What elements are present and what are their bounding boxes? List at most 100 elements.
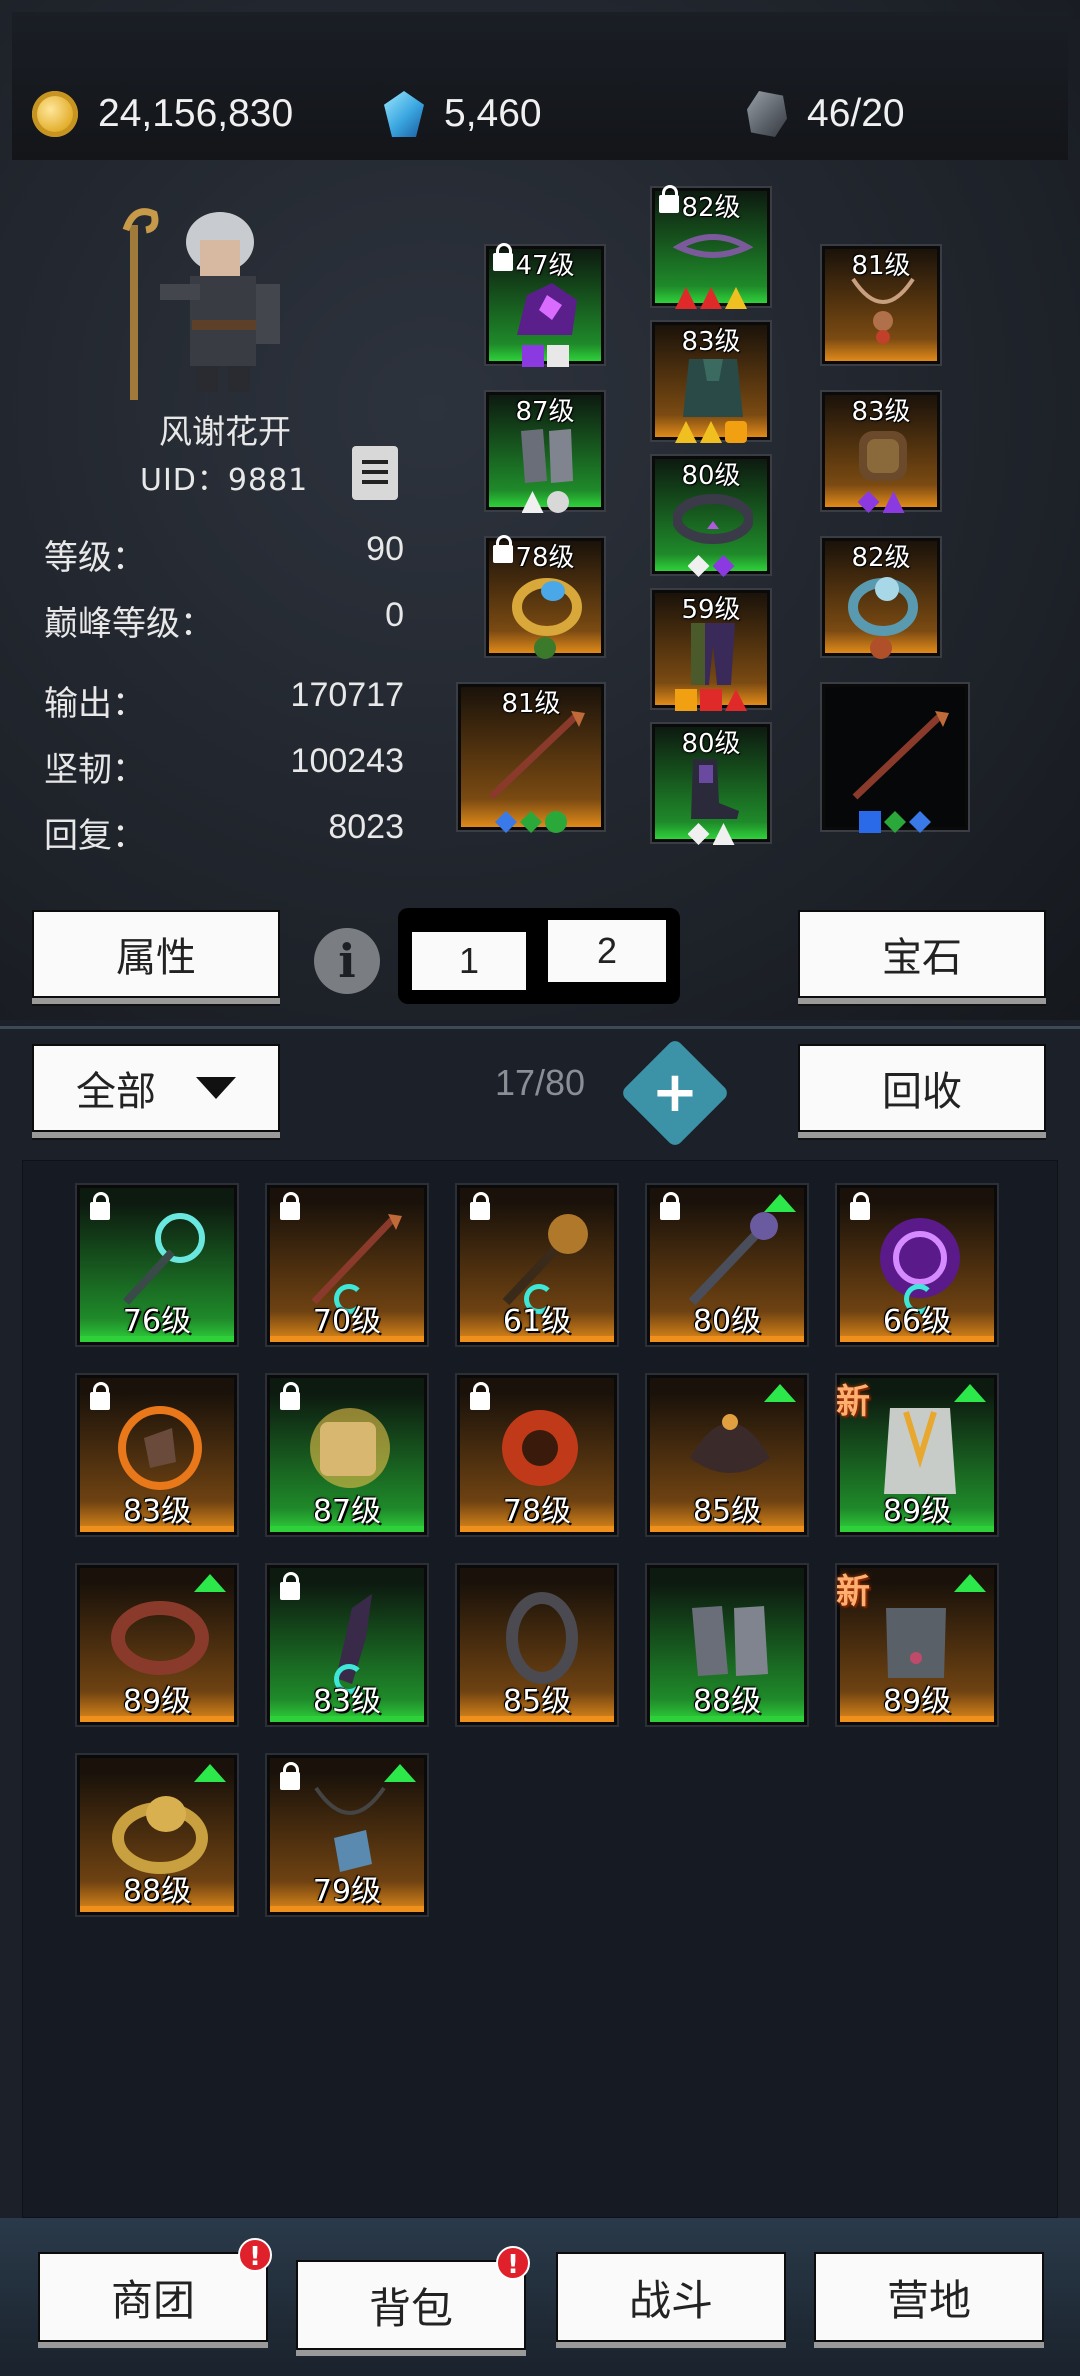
bag-item-slot[interactable]: 85级 <box>457 1565 617 1725</box>
nav-camp-button[interactable]: 营地 <box>814 2252 1044 2342</box>
loadout-tabs: 1 2 <box>398 908 680 1004</box>
character-name: 风谢花开 <box>159 412 291 451</box>
bag-item-slot[interactable]: 85级 <box>647 1375 807 1535</box>
bag-item-slot[interactable]: 87级 <box>267 1375 427 1535</box>
equip-slot-bracer[interactable]: 83级 <box>822 392 940 513</box>
gem-icon <box>712 555 735 577</box>
stone-counter: 46/20 <box>747 84 905 144</box>
bag-item-slot[interactable]: 89级 <box>77 1565 237 1725</box>
lock-icon <box>280 1382 300 1410</box>
bag-item-slot[interactable]: 61级 <box>457 1185 617 1345</box>
gem-icon <box>882 491 905 513</box>
gem-icon <box>859 811 881 833</box>
lock-icon <box>470 1382 490 1410</box>
nav-label: 战斗 <box>628 2275 713 2325</box>
bag-item-slot[interactable]: 88级 <box>647 1565 807 1725</box>
character-sprite[interactable] <box>120 200 300 400</box>
bag-item-slot[interactable]: 78级 <box>457 1375 617 1535</box>
chevron-down-icon <box>196 1077 236 1099</box>
bag-item-slot[interactable]: 89级 新 <box>836 1375 997 1535</box>
bag-item-slot[interactable]: 83级 <box>77 1375 237 1535</box>
bag-count: 17/80 <box>494 1062 586 1103</box>
bag-item-slot[interactable]: 66级 <box>837 1185 997 1345</box>
diamond-icon <box>384 91 424 137</box>
item-level: 79级 <box>312 1874 382 1909</box>
stone-value: 46/20 <box>807 92 905 135</box>
divider <box>0 1026 1080 1029</box>
nav-battle-button[interactable]: 战斗 <box>556 2252 786 2342</box>
boots-icon <box>691 759 739 819</box>
attributes-button[interactable]: 属性 <box>32 910 280 998</box>
equip-slot-belt[interactable]: 80级 <box>652 456 770 577</box>
equip-slot-weapon[interactable]: 81级 <box>458 684 604 833</box>
filter-dropdown[interactable]: 全部 <box>32 1044 280 1132</box>
equip-slot-offhand[interactable] <box>822 684 968 833</box>
stat-value: 100243 <box>290 742 404 780</box>
upgrade-arrow-icon <box>954 1384 986 1402</box>
equip-slot-ring-left[interactable]: 78级 <box>486 535 604 659</box>
item-level: 88级 <box>692 1684 762 1719</box>
armor-icon <box>683 359 743 417</box>
lock-icon <box>280 1762 300 1790</box>
tab-2[interactable]: 2 <box>548 920 666 982</box>
stat-value: 90 <box>366 530 404 568</box>
plus-icon: + <box>651 1060 699 1125</box>
item-icon <box>310 1408 390 1488</box>
bag-item-slot[interactable]: 88级 <box>77 1755 237 1915</box>
equip-slot-armor[interactable]: 83级 <box>652 322 770 443</box>
equip-slot-necklace[interactable]: 81级 <box>822 246 940 364</box>
equip-slot-ring-right[interactable]: 82级 <box>822 538 940 659</box>
item-icon <box>502 1410 578 1486</box>
gem-sockets <box>825 491 937 513</box>
equip-slot-boots[interactable]: 80级 <box>652 724 770 845</box>
gem-icon <box>700 421 722 443</box>
bag-item-slot[interactable]: 83级 <box>267 1565 427 1725</box>
gem-icon <box>712 823 735 845</box>
item-level: 85级 <box>692 1494 762 1529</box>
nav-trade-button[interactable]: 商团 ! <box>38 2238 272 2342</box>
gem-sockets <box>489 491 601 513</box>
helmet-icon <box>517 283 577 335</box>
bag-item-slot[interactable]: 89级 新 <box>836 1565 997 1725</box>
bag-item-slot[interactable]: 79级 <box>267 1755 427 1915</box>
tab-1[interactable]: 1 <box>412 932 526 990</box>
lock-icon <box>90 1382 110 1410</box>
equip-slot-helmet[interactable]: 47级 <box>486 243 604 367</box>
nav-bag-button[interactable]: 背包 ! <box>296 2246 530 2350</box>
item-level: 66级 <box>882 1304 952 1339</box>
equip-slot-pants[interactable]: 59级 <box>652 590 770 711</box>
gem-icon <box>725 689 747 711</box>
item-icon <box>112 1796 208 1874</box>
spear-icon <box>852 711 949 800</box>
gem-icon <box>521 491 544 513</box>
bag-item-slot[interactable]: 80级 <box>647 1185 807 1345</box>
currency-bar: 24,156,830 5,460 46/20 <box>12 12 1068 160</box>
equip-slot-crown[interactable]: 82级 <box>652 185 770 309</box>
recycle-button[interactable]: 回收 <box>798 1044 1046 1132</box>
diamond-counter: 5,460 <box>384 84 542 144</box>
copy-icon[interactable] <box>352 446 398 500</box>
expand-bag-button[interactable]: + <box>619 1037 731 1149</box>
gold-counter: 24,156,830 <box>32 84 293 144</box>
gem-sockets <box>655 287 767 309</box>
belt-icon <box>673 494 753 544</box>
gloves-icon <box>521 429 573 483</box>
lock-icon <box>660 1192 680 1220</box>
gem-icon <box>700 689 722 711</box>
gems-button[interactable]: 宝石 <box>798 910 1046 998</box>
gold-value: 24,156,830 <box>98 92 294 135</box>
gem-sockets <box>489 637 601 659</box>
bag-item-slot[interactable]: 70级 <box>267 1185 427 1345</box>
gem-icon <box>495 811 517 833</box>
item-level: 89级 <box>882 1684 952 1719</box>
info-icon[interactable]: i <box>314 928 380 994</box>
gem-icon <box>857 491 880 513</box>
gem-icon <box>675 287 697 309</box>
item-icon <box>111 1601 209 1675</box>
bag-item-slot[interactable]: 76级 <box>77 1185 237 1345</box>
alert-badge: ! <box>238 2238 272 2272</box>
stat-label: 回复： <box>44 816 146 856</box>
equip-slot-gloves[interactable]: 87级 <box>486 392 604 513</box>
item-level: 70级 <box>312 1304 382 1339</box>
gem-sockets <box>825 637 937 659</box>
